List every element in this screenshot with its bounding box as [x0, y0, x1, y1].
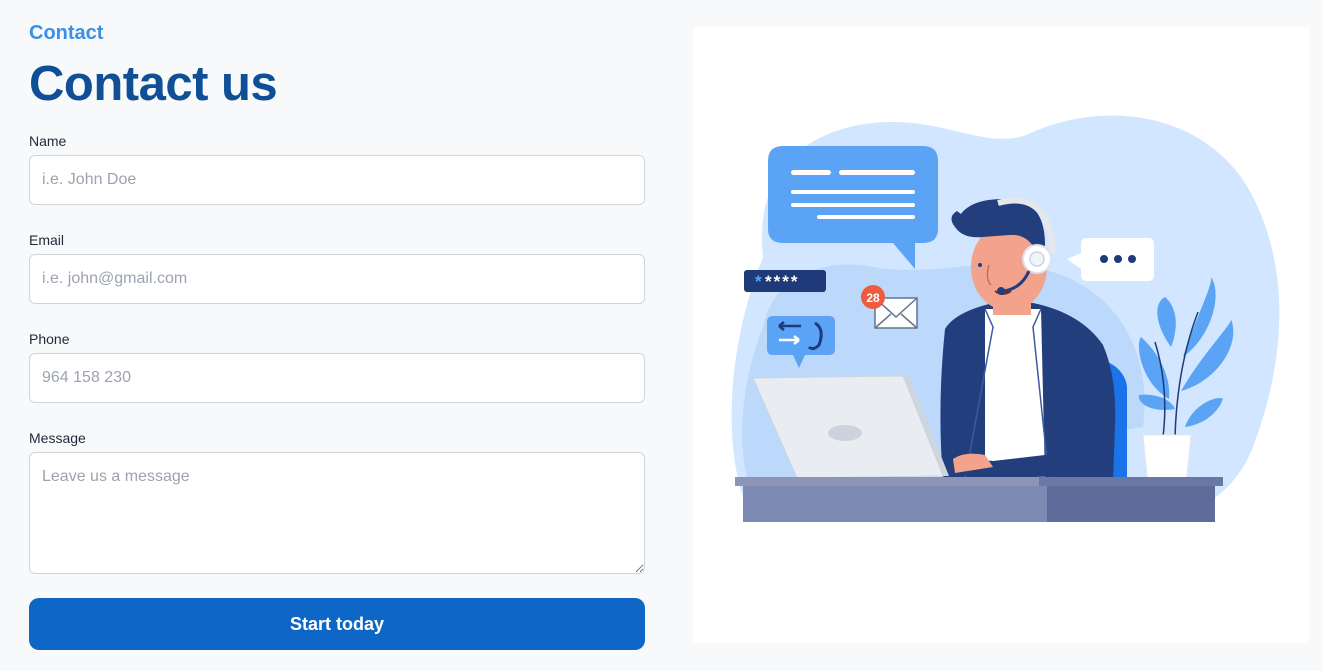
start-today-button[interactable]: Start today	[29, 598, 645, 650]
desk	[735, 477, 1223, 522]
email-label: Email	[29, 232, 65, 248]
phone-label: Phone	[29, 331, 70, 347]
message-label: Message	[29, 430, 86, 446]
password-mask-icon: * ****	[744, 270, 826, 292]
email-input[interactable]	[29, 254, 645, 304]
name-input[interactable]	[29, 155, 645, 205]
illustration-panel: * **** 28	[693, 27, 1309, 643]
page-title: Contact us	[29, 57, 278, 111]
notification-count: 28	[866, 291, 880, 305]
name-label: Name	[29, 133, 67, 149]
customer-support-illustration: * **** 28	[731, 115, 1280, 522]
password-mask-text: ****	[765, 272, 799, 291]
message-textarea[interactable]	[29, 452, 645, 574]
svg-text:*: *	[755, 272, 762, 291]
section-eyebrow: Contact	[29, 22, 104, 44]
phone-input[interactable]	[29, 353, 645, 403]
